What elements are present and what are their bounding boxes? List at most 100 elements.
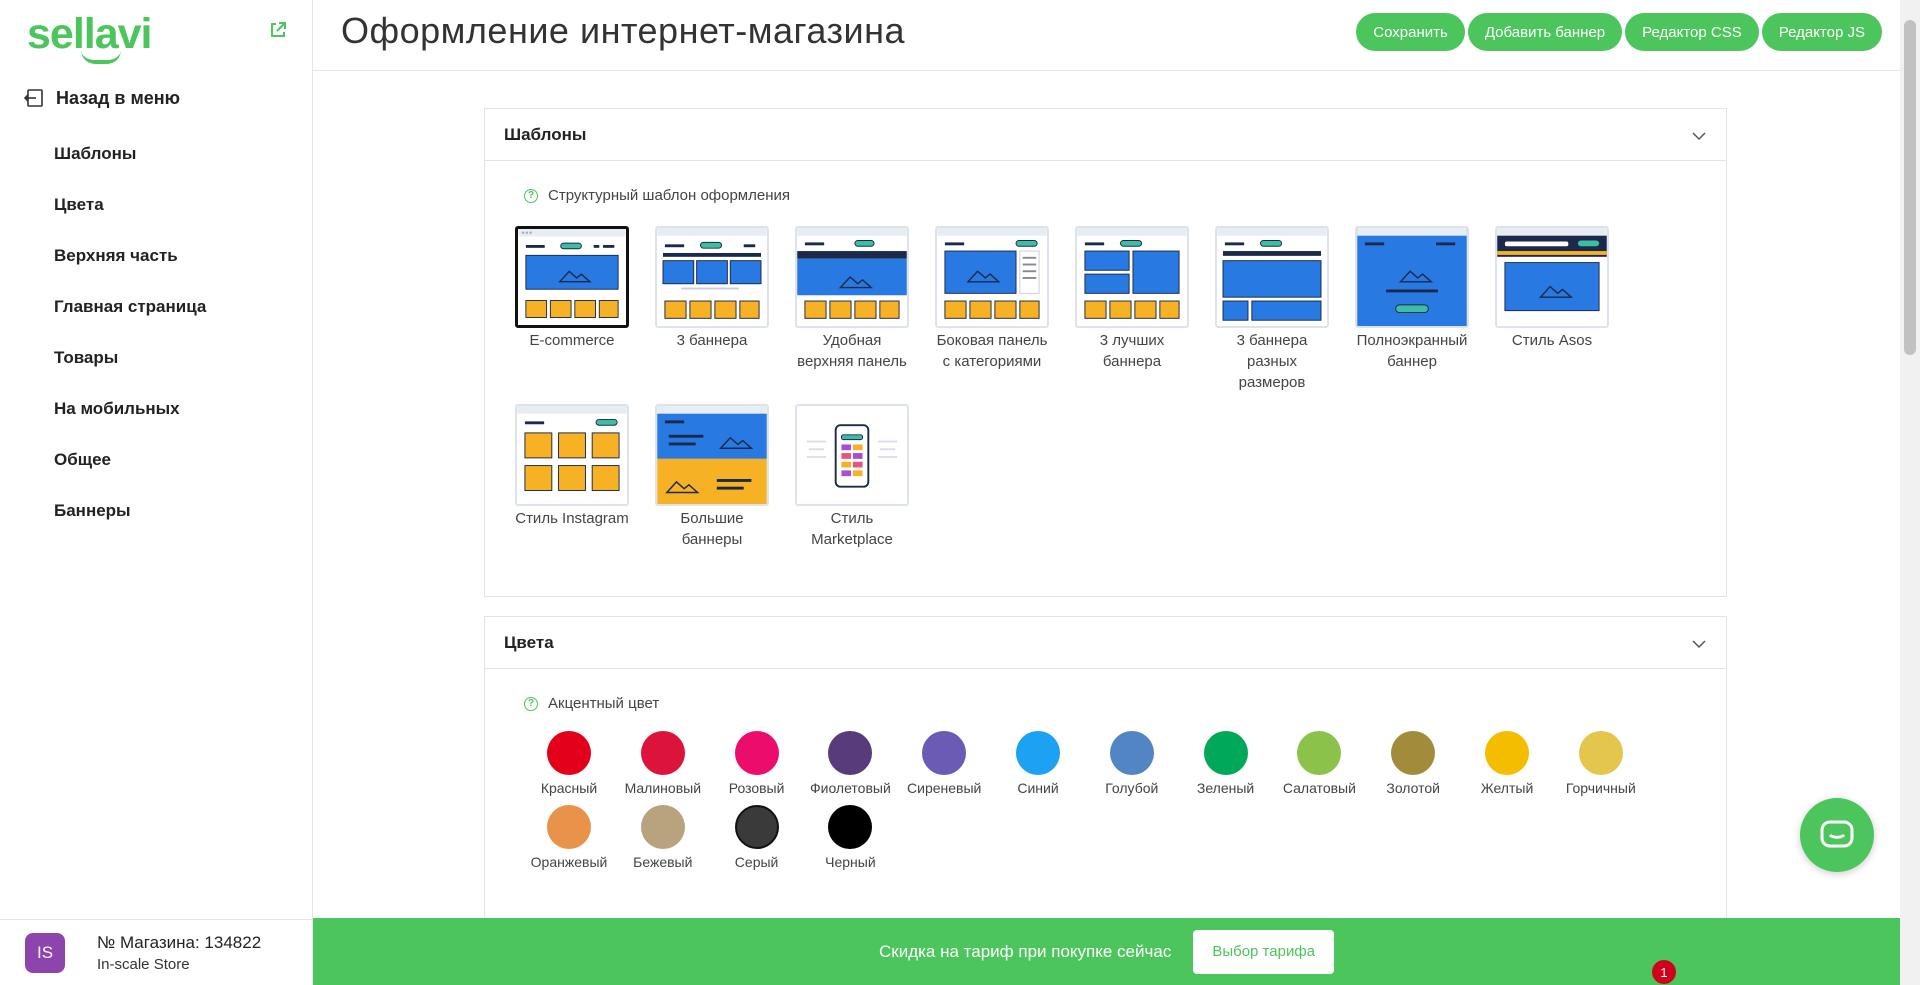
sidebar-item-homepage[interactable]: Главная страница: [54, 281, 206, 332]
store-info[interactable]: IS № Магазина: 134822 In-scale Store: [0, 919, 313, 985]
template-3-best-banners[interactable]: 3 лучших баннера: [1074, 226, 1190, 372]
external-link-icon[interactable]: [268, 20, 288, 40]
choose-plan-button[interactable]: Выбор тарифа: [1193, 929, 1335, 974]
template-label: Удобная верхняя панель: [797, 332, 907, 370]
color-dot: [640, 731, 685, 775]
color-swatch[interactable]: Красный: [522, 731, 616, 796]
color-label: Розовый: [728, 780, 785, 796]
template-thumbnail: [515, 404, 629, 506]
template-label: Стиль Instagram: [515, 510, 629, 527]
template-3-banners[interactable]: 3 баннера: [654, 226, 770, 351]
js-editor-button[interactable]: Редактор JS: [1761, 13, 1882, 51]
back-to-menu-button[interactable]: Назад в меню: [24, 84, 180, 112]
templates-panel-header[interactable]: Шаблоны: [485, 109, 1726, 161]
help-icon[interactable]: ?: [524, 696, 538, 711]
color-dot: [547, 731, 591, 775]
template-thumbnail: [1355, 226, 1469, 328]
color-label: Салатовый: [1282, 780, 1356, 796]
color-label: Бежевый: [633, 854, 693, 870]
color-swatch[interactable]: Розовый: [710, 731, 804, 796]
template-convenient-top-panel[interactable]: Удобная верхняя панель: [794, 226, 910, 372]
color-swatch[interactable]: Желтый: [1460, 731, 1554, 796]
template-thumbnail: [1075, 226, 1189, 328]
color-label: Горчичный: [1565, 780, 1636, 796]
chat-icon: [1820, 820, 1854, 848]
template-side-panel[interactable]: Боковая панель с категориями: [934, 226, 1050, 372]
colors-panel-header[interactable]: Цвета: [485, 617, 1726, 669]
color-dot: [1485, 731, 1529, 775]
template-label: Полноэкранный баннер: [1356, 332, 1468, 370]
color-dot: [1109, 731, 1154, 775]
template-label: E-commerce: [529, 332, 615, 349]
color-swatch[interactable]: Голубой: [1085, 731, 1179, 796]
template-instagram-style[interactable]: Стиль Instagram: [514, 404, 630, 529]
template-thumbnail: [655, 404, 769, 506]
color-label: Фиолетовый: [809, 780, 891, 796]
sidebar-item-general[interactable]: Общее: [54, 434, 206, 485]
sidebar-item-header[interactable]: Верхняя часть: [54, 230, 206, 281]
sidebar-item-banners[interactable]: Баннеры: [54, 485, 206, 536]
sidebar-item-colors[interactable]: Цвета: [54, 179, 206, 230]
chevron-down-icon: [1692, 640, 1706, 649]
notification-badge[interactable]: 1: [1652, 960, 1676, 984]
chat-widget-button[interactable]: [1800, 798, 1874, 872]
sidebar-item-mobile[interactable]: На мобильных: [54, 383, 206, 434]
scrollbar[interactable]: [1900, 0, 1920, 985]
color-swatch[interactable]: Малиновый: [616, 731, 710, 796]
templates-panel-title: Шаблоны: [504, 124, 587, 144]
template-marketplace-style[interactable]: Стиль Marketplace: [794, 404, 910, 550]
sellavi-logo[interactable]: sellavi: [27, 8, 152, 64]
color-swatch[interactable]: Зеленый: [1179, 731, 1273, 796]
color-label: Синий: [1017, 780, 1059, 796]
template-fullscreen-banner[interactable]: Полноэкранный баннер: [1354, 226, 1470, 372]
color-swatch[interactable]: Сиреневый: [897, 731, 991, 796]
template-thumbnail: [1495, 226, 1609, 328]
templates-panel: Шаблоны ? Структурный шаблон оформления …: [484, 108, 1727, 597]
color-dot: [640, 805, 685, 849]
template-thumbnail: [1215, 226, 1329, 328]
css-editor-button[interactable]: Редактор CSS: [1625, 13, 1759, 51]
template-label: 3 лучших баннера: [1099, 332, 1165, 370]
main-content: Шаблоны ? Структурный шаблон оформления …: [313, 72, 1900, 918]
color-swatch[interactable]: Оранжевый: [522, 805, 616, 870]
color-label: Черный: [825, 854, 876, 870]
color-dot: [828, 805, 873, 849]
top-bar: Оформление интернет-магазина Сохранить Д…: [313, 0, 1900, 71]
color-swatch[interactable]: Черный: [803, 805, 897, 870]
store-number: № Магазина: 134822: [97, 932, 262, 952]
colors-panel-title: Цвета: [504, 632, 554, 652]
scrollbar-thumb[interactable]: [1904, 20, 1916, 355]
color-swatch[interactable]: Салатовый: [1272, 731, 1366, 796]
template-3-different-banners[interactable]: 3 баннера разных размеров: [1214, 226, 1330, 393]
color-swatch[interactable]: Бежевый: [616, 805, 710, 870]
help-icon[interactable]: ?: [524, 188, 538, 203]
template-big-banners[interactable]: Большие баннеры: [654, 404, 770, 550]
color-swatch[interactable]: Горчичный: [1554, 731, 1648, 796]
chevron-down-icon: [1692, 132, 1706, 141]
color-dot: [734, 731, 779, 775]
color-label: Зеленый: [1196, 780, 1255, 796]
template-thumbnail: [515, 226, 629, 328]
color-swatch[interactable]: Синий: [991, 731, 1085, 796]
color-swatch[interactable]: Фиолетовый: [803, 731, 897, 796]
color-label: Красный: [540, 780, 598, 796]
add-banner-button[interactable]: Добавить баннер: [1467, 13, 1623, 51]
color-swatch[interactable]: Серый: [710, 805, 804, 870]
color-label: Сиреневый: [907, 780, 982, 796]
color-swatch[interactable]: Золотой: [1366, 731, 1460, 796]
template-label: 3 баннера: [676, 332, 748, 349]
page-title: Оформление интернет-магазина: [341, 10, 906, 51]
sidebar-item-templates[interactable]: Шаблоны: [54, 128, 206, 179]
color-dot: [1016, 731, 1060, 775]
template-label: 3 баннера разных размеров: [1236, 332, 1308, 391]
template-label: Стиль Marketplace: [811, 510, 893, 548]
template-asos-style[interactable]: Стиль Asos: [1494, 226, 1610, 351]
sidebar-item-products[interactable]: Товары: [54, 332, 206, 383]
template-ecommerce[interactable]: E-commerce: [514, 226, 630, 351]
sidebar-nav: Шаблоны Цвета Верхняя часть Главная стра…: [54, 128, 206, 536]
color-dot: [734, 805, 779, 849]
color-label: Голубой: [1105, 780, 1159, 796]
colors-hint: ? Акцентный цвет: [524, 695, 659, 712]
save-button[interactable]: Сохранить: [1356, 13, 1465, 51]
template-label: Стиль Asos: [1511, 332, 1593, 349]
